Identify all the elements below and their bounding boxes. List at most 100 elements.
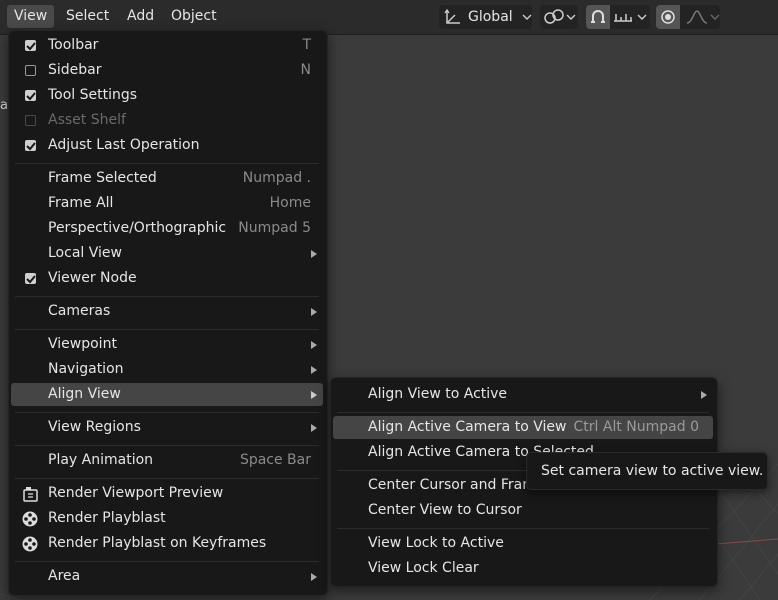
menu-add[interactable]: Add	[120, 5, 161, 28]
falloff-curve-icon[interactable]	[686, 9, 708, 25]
menu-item-render-playblast-keyframes[interactable]: Render Playblast on Keyframes	[13, 532, 321, 555]
menu-item-view-regions[interactable]: View Regions	[13, 416, 321, 439]
shortcut-label: Ctrl Alt Numpad 0	[573, 419, 699, 435]
menu-separator	[337, 528, 709, 529]
menu-item-label: Sidebar	[48, 62, 102, 78]
menu-item-label: Frame Selected	[48, 170, 157, 186]
menu-item-view-lock-to-active[interactable]: View Lock to Active	[335, 532, 711, 555]
menu-item-label: Viewpoint	[48, 336, 117, 352]
submenu-arrow-icon	[701, 391, 707, 399]
menu-item-align-camera-to-view[interactable]: Align Active Camera to View Ctrl Alt Num…	[333, 416, 713, 439]
menu-item-label: Navigation	[48, 361, 124, 377]
menu-item-toolbar[interactable]: Toolbar T	[13, 34, 321, 57]
chevron-down-icon[interactable]	[637, 13, 647, 21]
menu-object[interactable]: Object	[164, 5, 224, 28]
menu-separator	[15, 478, 319, 479]
checkmark-icon	[26, 42, 36, 51]
checkmark-icon	[26, 142, 36, 151]
submenu-arrow-icon	[311, 573, 317, 581]
checkbox-disabled-icon	[25, 115, 36, 126]
shortcut-label: Space Bar	[239, 452, 311, 468]
menu-item-label: Render Viewport Preview	[48, 485, 224, 501]
menu-separator	[15, 412, 319, 413]
menu-item-render-viewport-preview[interactable]: Render Viewport Preview	[13, 482, 321, 505]
shortcut-label: T	[302, 37, 311, 53]
film-reel-icon	[22, 511, 38, 527]
pivot-point-dropdown[interactable]	[540, 5, 578, 29]
menu-item-label: Tool Settings	[48, 87, 138, 103]
tooltip: Set camera view to active view.	[526, 452, 768, 490]
menu-item-center-view-to-cursor[interactable]: Center View to Cursor	[335, 499, 711, 522]
magnet-icon	[591, 10, 605, 23]
menu-item-label: Center View to Cursor	[368, 502, 522, 518]
menu-item-label: Adjust Last Operation	[48, 137, 200, 153]
menu-item-local-view[interactable]: Local View	[13, 242, 321, 265]
snapping-group	[586, 5, 650, 29]
menu-item-frame-selected[interactable]: Frame Selected Numpad .	[13, 167, 321, 190]
transform-orientation-dropdown[interactable]: Global	[439, 5, 532, 29]
pivot-icon	[544, 9, 564, 24]
render-still-icon	[23, 487, 38, 502]
menu-separator	[15, 296, 319, 297]
menu-item-label: Toolbar	[48, 37, 99, 53]
menu-item-frame-all[interactable]: Frame All Home	[13, 192, 321, 215]
shortcut-label: Home	[269, 195, 311, 211]
menu-separator	[15, 445, 319, 446]
menu-item-tool-settings[interactable]: Tool Settings	[13, 84, 321, 107]
chevron-down-icon	[522, 14, 532, 20]
menu-item-label: Render Playblast	[48, 510, 166, 526]
film-reel-icon	[22, 536, 38, 552]
submenu-arrow-icon	[311, 424, 317, 432]
menu-item-label: Asset Shelf	[48, 112, 126, 128]
submenu-arrow-icon	[311, 366, 317, 374]
menu-view[interactable]: View	[7, 5, 55, 28]
menu-item-label: Area	[48, 568, 81, 584]
menu-item-align-view[interactable]: Align View	[11, 383, 323, 406]
proportional-editing-group	[656, 5, 720, 29]
proportional-edit-icon	[661, 10, 675, 24]
menu-item-sidebar[interactable]: Sidebar N	[13, 59, 321, 82]
menu-separator	[15, 163, 319, 164]
menu-item-label: View Regions	[48, 419, 141, 435]
menu-item-align-view-to-active[interactable]: Align View to Active	[335, 383, 711, 406]
menu-item-play-animation[interactable]: Play Animation Space Bar	[13, 449, 321, 472]
view-menu: Toolbar T Sidebar N Tool Settings Asset …	[8, 30, 328, 596]
menu-item-label: Align View	[48, 386, 121, 402]
menu-separator	[15, 561, 319, 562]
menu-item-label: Frame All	[48, 195, 114, 211]
shortcut-label: Numpad 5	[238, 220, 311, 236]
menu-item-perspective-orthographic[interactable]: Perspective/Orthographic Numpad 5	[13, 217, 321, 240]
menu-item-label: Align Active Camera to View	[368, 419, 567, 435]
submenu-arrow-icon	[311, 341, 317, 349]
checkbox-unchecked-icon	[25, 65, 36, 76]
proportional-edit-toggle[interactable]	[656, 5, 680, 29]
menu-item-asset-shelf: Asset Shelf	[13, 109, 321, 132]
menu-item-label: Render Playblast on Keyframes	[48, 535, 267, 551]
menu-separator	[15, 329, 319, 330]
submenu-arrow-icon	[311, 391, 317, 399]
menu-item-label: Cameras	[48, 303, 111, 319]
menu-item-label: Align View to Active	[368, 386, 508, 402]
submenu-arrow-icon	[311, 308, 317, 316]
menu-item-label: Viewer Node	[48, 270, 137, 286]
menu-item-render-playblast[interactable]: Render Playblast	[13, 507, 321, 530]
menu-select[interactable]: Select	[59, 5, 116, 28]
snap-increment-icon[interactable]	[612, 8, 634, 26]
snap-toggle[interactable]	[586, 5, 610, 29]
menu-item-area[interactable]: Area	[13, 565, 321, 588]
clipped-edge-text: a	[0, 98, 8, 113]
menu-separator	[337, 412, 709, 413]
chevron-down-icon[interactable]	[710, 13, 720, 21]
menu-item-viewpoint[interactable]: Viewpoint	[13, 333, 321, 356]
menu-item-adjust-last-operation[interactable]: Adjust Last Operation	[13, 134, 321, 157]
menu-item-viewer-node[interactable]: Viewer Node	[13, 267, 321, 290]
menu-item-label: Play Animation	[48, 452, 154, 468]
menu-item-cameras[interactable]: Cameras	[13, 300, 321, 323]
shortcut-label: Numpad .	[242, 170, 311, 186]
checkmark-icon	[26, 92, 36, 101]
checkmark-icon	[26, 275, 36, 284]
menu-item-navigation[interactable]: Navigation	[13, 358, 321, 381]
tooltip-text: Set camera view to active view.	[541, 463, 764, 479]
menu-item-view-lock-clear[interactable]: View Lock Clear	[335, 557, 711, 580]
menu-item-label: Local View	[48, 245, 122, 261]
